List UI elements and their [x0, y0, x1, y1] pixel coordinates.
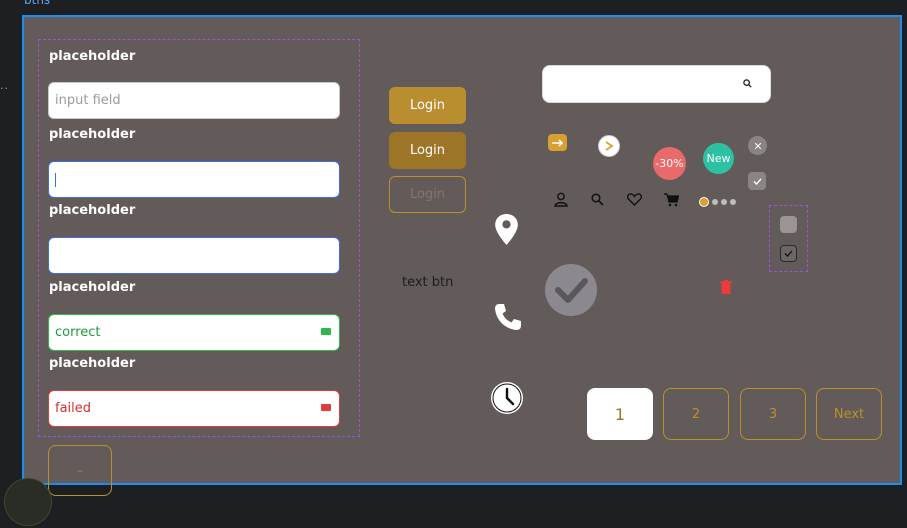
dot-icon: [721, 199, 727, 205]
text-caret: [55, 172, 56, 187]
chevron-right-button[interactable]: [598, 135, 620, 157]
checkbox-unchecked[interactable]: [780, 216, 797, 233]
field-label: placeholder: [49, 280, 136, 295]
more-icon: ··: [0, 82, 9, 95]
cart-icon[interactable]: [664, 193, 679, 207]
field-label: placeholder: [49, 49, 136, 64]
input-field-error[interactable]: failed: [48, 390, 340, 427]
login-button-primary[interactable]: Login: [389, 87, 466, 124]
field-label: placeholder: [49, 203, 136, 218]
heart-icon[interactable]: [627, 193, 642, 206]
logo: [4, 478, 52, 526]
dot-active-icon: [699, 197, 709, 207]
login-button-hover[interactable]: Login: [389, 132, 466, 169]
check-circle-icon: [545, 264, 597, 316]
discount-badge: -30%: [653, 147, 686, 180]
field-label: placeholder: [49, 127, 136, 142]
clock-icon[interactable]: [490, 381, 524, 415]
search-icon[interactable]: [591, 193, 604, 206]
checkbox-group: [769, 205, 808, 272]
page-button-3[interactable]: 3: [740, 388, 806, 440]
checkbox-checked[interactable]: [780, 245, 797, 262]
user-icon[interactable]: [554, 192, 568, 207]
page-button-1[interactable]: 1: [587, 388, 653, 440]
arrow-right-button[interactable]: [548, 134, 567, 151]
next-page-button[interactable]: Next: [816, 388, 882, 440]
close-icon: [754, 142, 761, 149]
input-field-empty[interactable]: [48, 237, 340, 274]
dot-icon: [712, 199, 718, 205]
chevron-right-icon: [605, 141, 614, 151]
input-field-default[interactable]: input field: [48, 82, 340, 119]
check-icon: [784, 250, 793, 257]
btns-frame: placeholder input field placeholder plac…: [22, 15, 902, 496]
field-label: placeholder: [49, 356, 136, 371]
location-pin-icon[interactable]: [494, 213, 519, 246]
form-fields-group: placeholder input field placeholder plac…: [38, 39, 360, 437]
small-outline-button[interactable]: –: [48, 445, 112, 496]
input-field-focused[interactable]: [48, 161, 340, 198]
frame-title: btns: [24, 0, 51, 7]
input-value: failed: [55, 401, 92, 416]
search-input[interactable]: [542, 65, 771, 103]
arrow-right-icon: [551, 138, 563, 147]
login-button-outline[interactable]: Login: [389, 176, 466, 213]
close-button[interactable]: [748, 136, 767, 155]
input-field-success[interactable]: correct: [48, 314, 340, 351]
mail-icon: [321, 404, 331, 411]
input-value: correct: [55, 325, 101, 340]
checkbox-checked[interactable]: [748, 172, 766, 190]
phone-icon[interactable]: [493, 302, 523, 332]
check-icon: [753, 178, 762, 185]
search-icon: [743, 79, 752, 88]
carousel-dots[interactable]: [699, 197, 736, 207]
input-placeholder: input field: [55, 93, 121, 108]
dot-icon: [730, 199, 736, 205]
trash-icon[interactable]: [720, 280, 732, 294]
mail-icon: [321, 328, 331, 335]
text-button[interactable]: text btn: [402, 275, 453, 290]
new-badge: New: [703, 143, 734, 174]
page-button-2[interactable]: 2: [663, 388, 729, 440]
